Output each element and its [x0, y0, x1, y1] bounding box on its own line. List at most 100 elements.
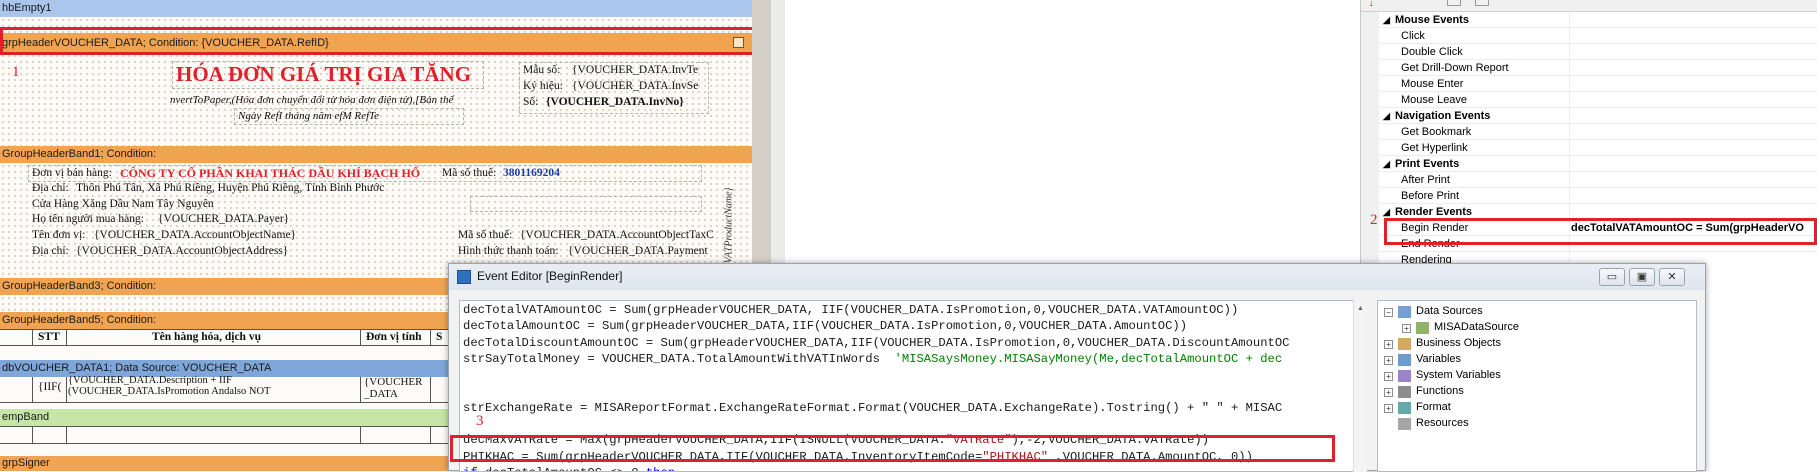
col-stt: STT: [38, 331, 60, 343]
property-name: Double Click: [1401, 46, 1463, 58]
maximize-button[interactable]: ▣: [1629, 268, 1655, 286]
property-name: Before Print: [1401, 190, 1460, 202]
col-name: Tên hàng hóa, dịch vụ: [152, 331, 261, 343]
unit-label: Tên đơn vị:: [32, 229, 86, 241]
buyer-tax-label: Mã số thuế:: [458, 229, 513, 241]
tree-node-icon: [1398, 386, 1411, 398]
tree-expander-icon[interactable]: −: [1384, 308, 1393, 317]
buyer-address-value: {VOUCHER_DATA.AccountObjectAddress}: [76, 245, 289, 257]
symbol-label: Ký hiệu:: [523, 80, 563, 92]
tree-node-icon: [1398, 354, 1411, 366]
property-row[interactable]: Get Hyperlink: [1379, 140, 1817, 156]
minimize-icon: ▭: [1606, 271, 1618, 283]
property-name: After Print: [1401, 174, 1450, 186]
property-name: Mouse Enter: [1401, 78, 1464, 90]
tree-item[interactable]: Variables: [1416, 353, 1461, 365]
close-button[interactable]: ✕: [1659, 268, 1685, 286]
property-row[interactable]: Double Click: [1379, 44, 1817, 60]
unit-value: {VOUCHER_DATA.AccountObjectName}: [94, 229, 297, 241]
property-category[interactable]: ◢ Mouse Events: [1379, 12, 1817, 28]
temp-col-line: [66, 427, 67, 443]
property-row[interactable]: Click: [1379, 28, 1817, 44]
tree-node-icon: [1398, 306, 1411, 318]
tree-node-icon: [1416, 322, 1429, 334]
code-line[interactable]: if decTotalAmountOC <> 0 then: [463, 466, 675, 471]
code-line[interactable]: strSayTotalMoney = VOUCHER_DATA.TotalAmo…: [463, 352, 1282, 366]
tree-item[interactable]: Resources: [1416, 417, 1469, 429]
tree-expander-icon[interactable]: +: [1402, 324, 1411, 333]
tree-expander-icon[interactable]: +: [1384, 372, 1393, 381]
property-row[interactable]: Mouse Leave: [1379, 92, 1817, 108]
tree-expander-icon[interactable]: +: [1384, 356, 1393, 365]
payment-value: {VOUCHER_DATA.Payment: [568, 245, 708, 257]
col-s: S: [436, 331, 443, 343]
tree-item[interactable]: System Variables: [1416, 369, 1501, 381]
tree-node-icon: [1398, 418, 1411, 430]
scroll-up-icon[interactable]: ▲: [1356, 304, 1365, 313]
sort-az-icon[interactable]: ↓: [1369, 0, 1383, 8]
code-scrollbar[interactable]: ▲: [1353, 300, 1367, 472]
events-tab-icon[interactable]: [1447, 0, 1461, 6]
dictionary-tree: − Data Sources + MISADataSource + Business Ob…: [1377, 300, 1697, 472]
property-row[interactable]: Get Bookmark: [1379, 124, 1817, 140]
highlight-box-3: [450, 435, 1335, 462]
col-unit: Đơn vị tính: [366, 331, 422, 343]
maximize-icon: ▣: [1636, 271, 1648, 283]
property-category[interactable]: ◢ Navigation Events: [1379, 108, 1817, 124]
property-name: Mouse Events: [1395, 14, 1469, 26]
property-category[interactable]: ◢ Print Events: [1379, 156, 1817, 172]
property-name: Get Hyperlink: [1401, 142, 1468, 154]
tree-expander-icon[interactable]: +: [1384, 404, 1393, 413]
temp-col-line: [32, 427, 33, 443]
code-line[interactable]: decTotalDiscountAmountOC = Sum(grpHeader…: [463, 336, 1289, 350]
tree-item[interactable]: Data Sources: [1416, 305, 1483, 317]
band-hbempty1[interactable]: hbEmpty1: [0, 0, 752, 17]
template-no-value: {VOUCHER_DATA.InvTe: [572, 64, 699, 76]
tree-item[interactable]: Business Objects: [1416, 337, 1501, 349]
code-line[interactable]: decTotalAmountOC = Sum(grpHeaderVOUCHER_…: [463, 319, 1187, 333]
properties-tab-icon[interactable]: [1475, 0, 1489, 6]
property-row[interactable]: After Print: [1379, 172, 1817, 188]
cell-iif: {IIF(: [38, 381, 62, 393]
address-value: Thôn Phú Tân, Xã Phú Riềng, Huyện Phú Ri…: [76, 182, 385, 194]
tree-item[interactable]: MISADataSource: [1434, 321, 1519, 333]
tree-item[interactable]: Functions: [1416, 385, 1464, 397]
data-col-line: [430, 377, 431, 403]
payment-label: Hình thức thanh toán:: [458, 245, 559, 257]
band-groupheader1[interactable]: GroupHeaderBand1; Condition:: [0, 146, 752, 163]
tree-item[interactable]: Format: [1416, 401, 1451, 413]
property-row[interactable]: Before Print: [1379, 188, 1817, 204]
store-right-frame: [470, 196, 702, 212]
tree-node-icon: [1398, 370, 1411, 382]
buyer-address-label: Địa chỉ:: [32, 245, 69, 257]
property-row[interactable]: Mouse Enter: [1379, 76, 1817, 92]
tree-expander-icon[interactable]: +: [1384, 340, 1393, 349]
editor-title: Event Editor [BeginRender]: [477, 269, 623, 283]
code-line[interactable]: strExchangeRate = MISAReportFormat.Excha…: [463, 401, 1282, 415]
store-name: Cửa Hàng Xăng Dầu Nam Tây Nguyên: [32, 198, 214, 210]
collapse-triangle-icon[interactable]: ◢: [1383, 12, 1390, 28]
buyer-label: Họ tên người mua hàng:: [32, 213, 144, 225]
tree-node-icon: [1398, 338, 1411, 350]
editor-titlebar[interactable]: Event Editor [BeginRender] ▭ ▣ ✕: [449, 264, 1705, 290]
table-col-line: [430, 330, 431, 346]
data-col-line: [32, 377, 33, 403]
property-row[interactable]: Get Drill-Down Report: [1379, 60, 1817, 76]
property-name: Print Events: [1395, 158, 1460, 170]
number-value: {VOUCHER_DATA.InvNo}: [546, 96, 684, 108]
cell-description: {VOUCHER_DATA.Description + IIF (VOUCHER…: [68, 375, 271, 397]
annotation-number-1: 1: [12, 64, 20, 80]
editor-app-icon: [457, 270, 471, 284]
code-line[interactable]: decTotalVATAmountOC = Sum(grpHeaderVOUCH…: [463, 303, 1238, 317]
invoice-title: HÓA ĐƠN GIÁ TRỊ GIA TĂNG: [176, 62, 472, 86]
address-label: Địa chỉ:: [32, 182, 69, 194]
property-name: Get Bookmark: [1401, 126, 1472, 138]
collapse-triangle-icon[interactable]: ◢: [1383, 156, 1390, 172]
highlight-box-2: [1384, 218, 1817, 245]
symbol-value: {VOUCHER_DATA.InvSe: [572, 80, 699, 92]
minimize-button[interactable]: ▭: [1599, 268, 1625, 286]
close-icon: ✕: [1667, 271, 1677, 283]
collapse-triangle-icon[interactable]: ◢: [1383, 108, 1390, 124]
buyer-value: {VOUCHER_DATA.Payer}: [158, 213, 290, 225]
tree-expander-icon[interactable]: +: [1384, 388, 1393, 397]
